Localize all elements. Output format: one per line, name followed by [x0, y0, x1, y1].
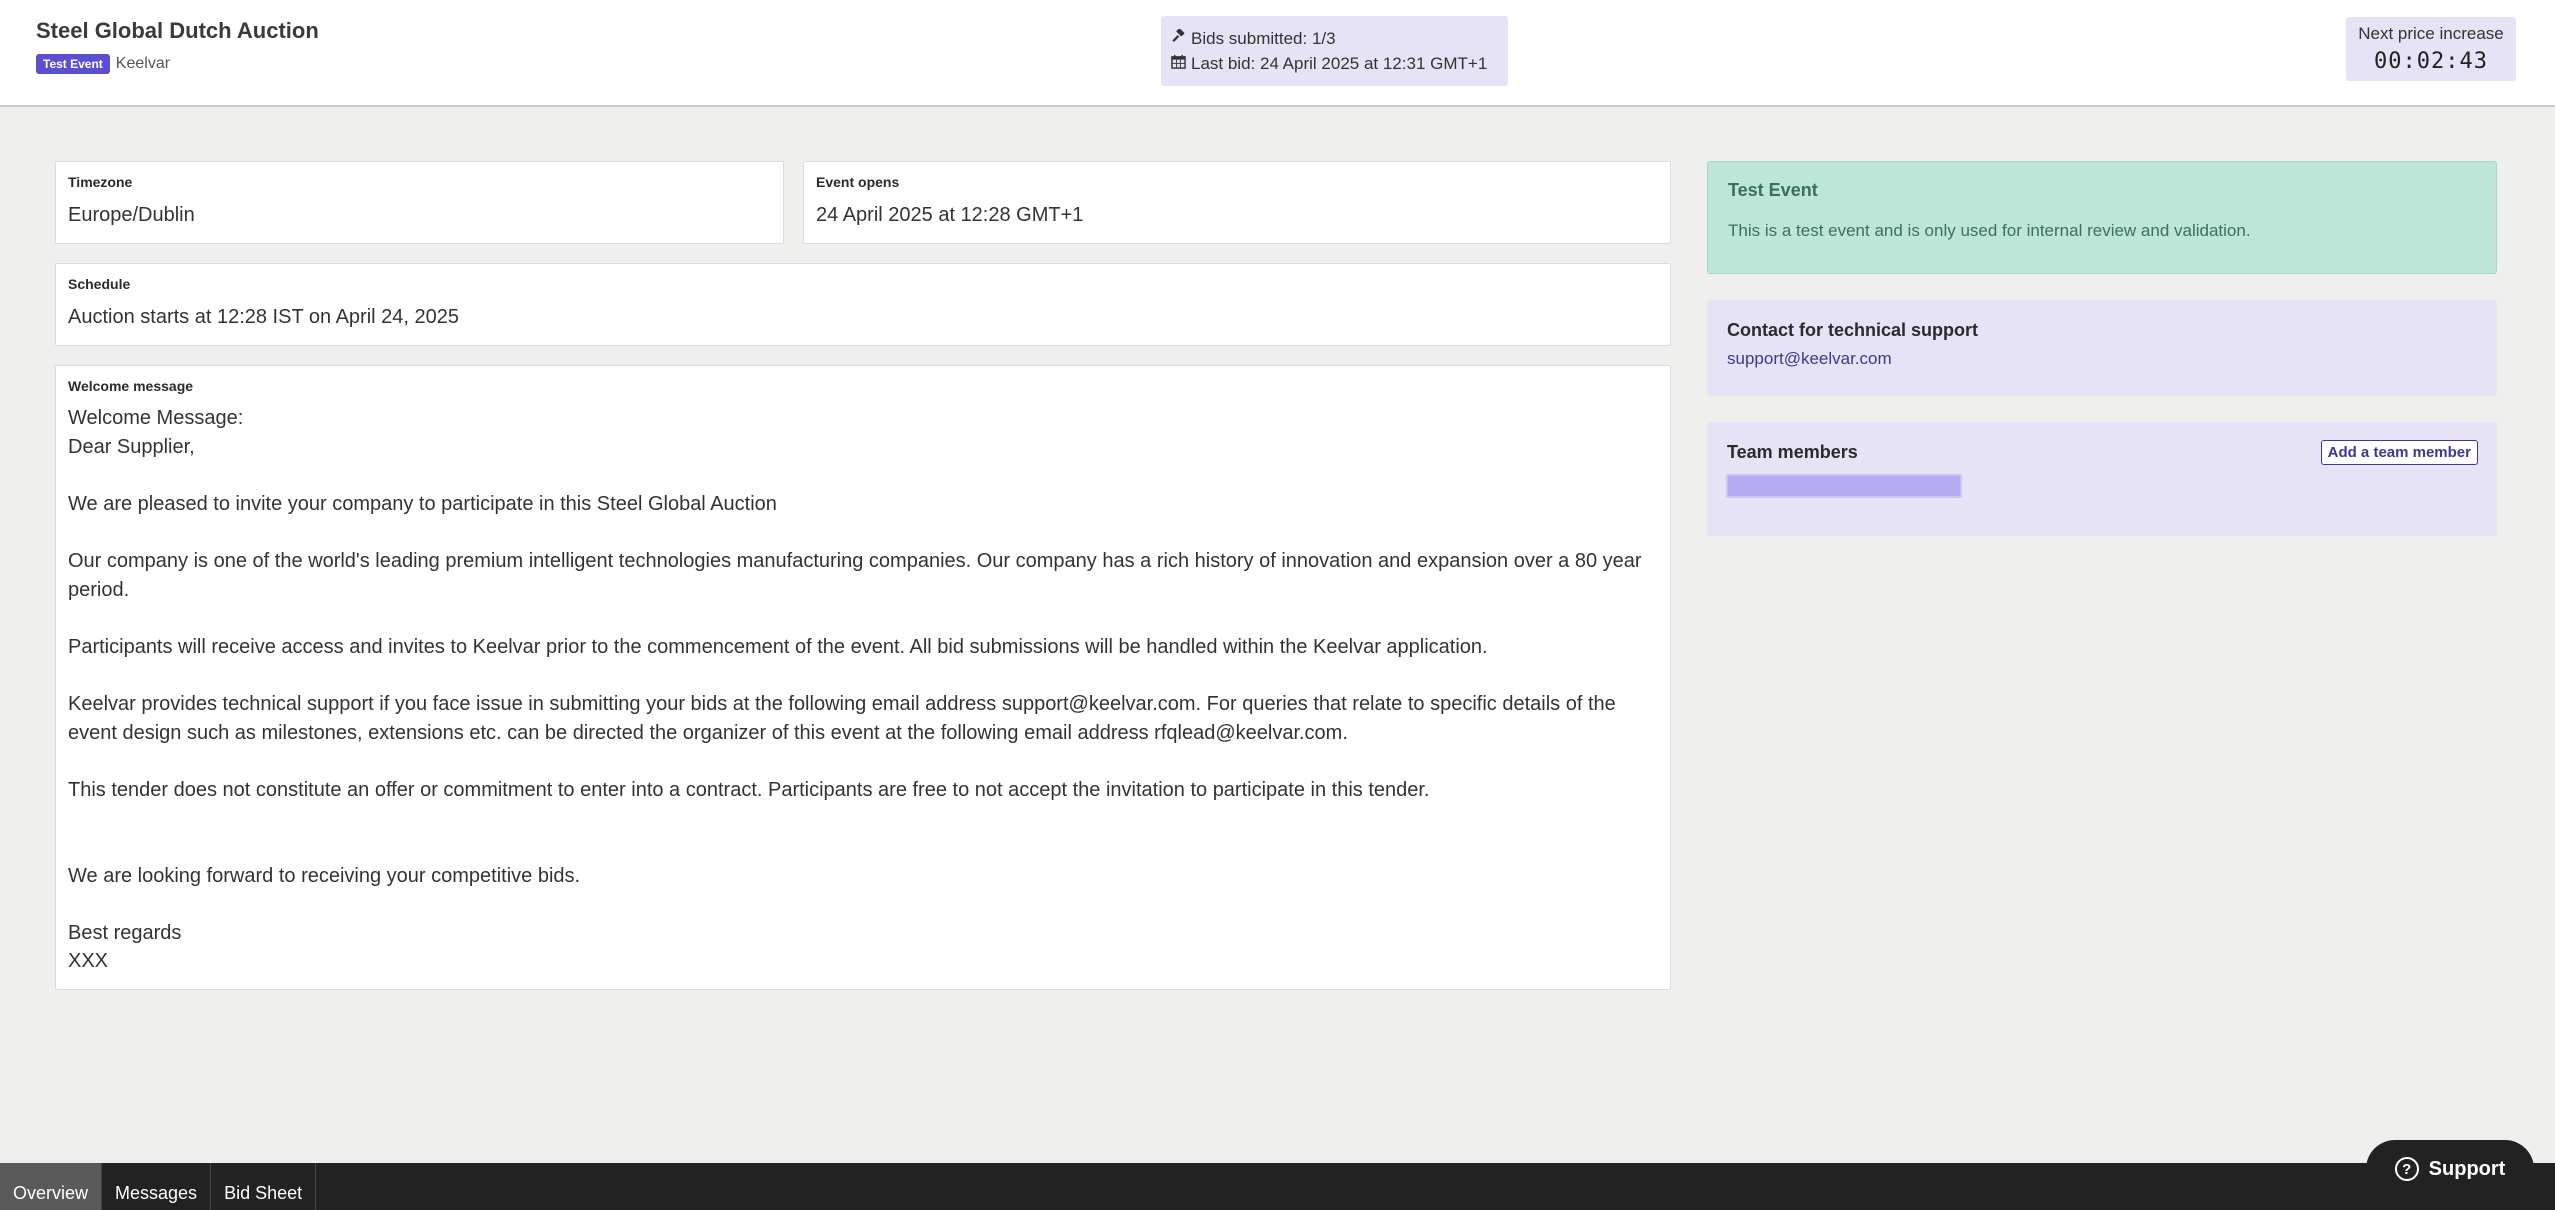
- welcome-message-line: Our company is one of the world's leadin…: [68, 549, 1642, 601]
- tab-bid-sheet[interactable]: Bid Sheet: [211, 1163, 317, 1210]
- timer-value: 00:02:43: [2374, 49, 2488, 74]
- test-event-notice-title: Test Event: [1728, 180, 1818, 200]
- timer-label: Next price increase: [2358, 24, 2504, 43]
- welcome-message-line: [68, 604, 1658, 633]
- last-bid-text: Last bid: 24 April 2025 at 12:31 GMT+1: [1191, 53, 1488, 73]
- welcome-message-line: Participants will receive access and inv…: [68, 635, 1488, 658]
- welcome-message-line: [68, 833, 1658, 862]
- event-opens-card: Event opens 24 April 2025 at 12:28 GMT+1: [803, 161, 1671, 244]
- welcome-message-line: [68, 747, 1658, 776]
- welcome-message-line: Best regards: [68, 921, 182, 944]
- team-member-item[interactable]: [1726, 474, 1962, 498]
- welcome-message-body: Welcome Message: Dear Supplier, We are ple…: [68, 404, 1658, 976]
- event-title: Steel Global Dutch Auction: [36, 18, 319, 43]
- event-opens-label: Event opens: [816, 174, 900, 190]
- gavel-icon: [1171, 27, 1191, 49]
- test-event-badge: Test Event: [36, 54, 110, 74]
- top-header: Steel Global Dutch Auction Test Event Ke…: [0, 0, 2555, 107]
- welcome-message-line: Welcome Message:: [68, 407, 244, 429]
- welcome-message-label: Welcome message: [68, 378, 194, 394]
- technical-support-panel: Contact for technical support support@ke…: [1707, 300, 2497, 396]
- support-button-label: Support: [2428, 1157, 2506, 1180]
- welcome-message-line: Dear Supplier,: [68, 435, 195, 458]
- event-opens-value: 24 April 2025 at 12:28 GMT+1: [816, 204, 1084, 226]
- support-button[interactable]: ? Support: [2366, 1140, 2534, 1198]
- tab-overview[interactable]: Overview: [0, 1163, 103, 1210]
- bid-status-box: Bids submitted: 1/3 Last bid: 24 April 2…: [1161, 16, 1508, 86]
- technical-support-title: Contact for technical support: [1727, 320, 1979, 340]
- test-event-notice-text: This is a test event and is only used fo…: [1728, 221, 2251, 240]
- timezone-card: Timezone Europe/Dublin: [55, 161, 784, 244]
- schedule-value: Auction starts at 12:28 IST on April 24,…: [68, 306, 459, 328]
- calendar-icon: [1171, 54, 1191, 74]
- timezone-value: Europe/Dublin: [68, 204, 195, 226]
- test-event-notice: Test Event This is a test event and is o…: [1707, 161, 2497, 274]
- tab-messages[interactable]: Messages: [102, 1163, 212, 1210]
- welcome-message-line: We are pleased to invite your company to…: [68, 492, 777, 515]
- welcome-message-line: We are looking forward to receiving your…: [68, 864, 581, 887]
- bottom-tab-bar: Overview Messages Bid Sheet: [0, 1163, 2555, 1210]
- add-team-member-button[interactable]: Add a team member: [2320, 440, 2478, 465]
- welcome-message-line: [68, 518, 1658, 547]
- welcome-message-card: Welcome message Welcome Message: Dear Sup…: [55, 365, 1671, 990]
- schedule-card: Schedule Auction starts at 12:28 IST on …: [55, 263, 1671, 346]
- welcome-message-line: XXX: [68, 950, 109, 973]
- help-circle-icon: ?: [2394, 1157, 2419, 1181]
- support-email-link[interactable]: support@keelvar.com: [1727, 349, 2477, 369]
- bids-submitted-text: Bids submitted: 1/3: [1191, 28, 1336, 48]
- team-members-panel: Team members Add a team member: [1707, 422, 2497, 536]
- welcome-message-line: [68, 461, 1658, 490]
- welcome-message-line: [68, 661, 1658, 690]
- welcome-message-line: This tender does not constitute an offer…: [68, 778, 1430, 801]
- welcome-message-line: [68, 804, 1658, 833]
- welcome-message-line: [68, 890, 1658, 919]
- welcome-message-line: Keelvar provides technical support if yo…: [68, 692, 1616, 744]
- event-subtitle-row: Test Event Keelvar: [36, 54, 170, 74]
- timezone-label: Timezone: [68, 174, 133, 190]
- organization-name: Keelvar: [115, 55, 171, 72]
- price-increase-timer: Next price increase 00:02:43: [2346, 17, 2516, 81]
- schedule-label: Schedule: [68, 276, 131, 292]
